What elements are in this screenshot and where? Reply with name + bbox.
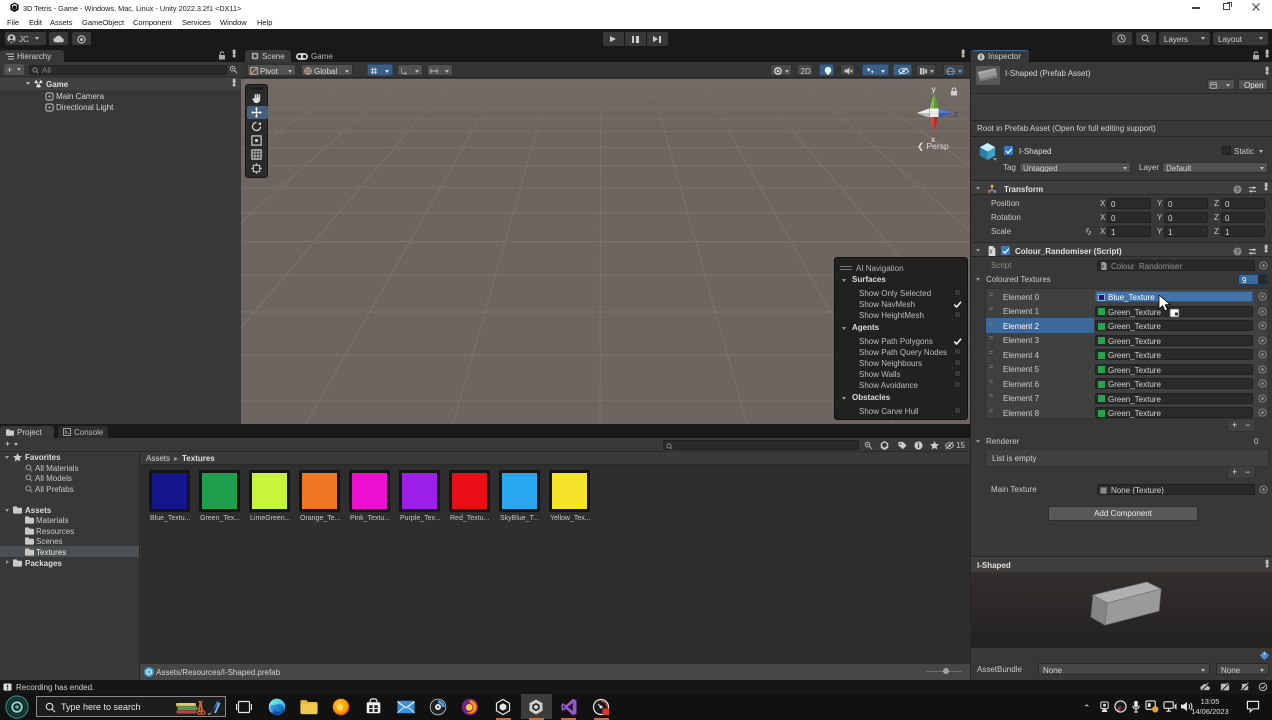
svg-text:?: ?	[1236, 186, 1240, 193]
svg-text:?: ?	[1236, 248, 1240, 255]
svg-text:z: z	[954, 110, 958, 119]
svg-text:y: y	[932, 84, 937, 94]
svg-text:#: #	[990, 249, 993, 255]
